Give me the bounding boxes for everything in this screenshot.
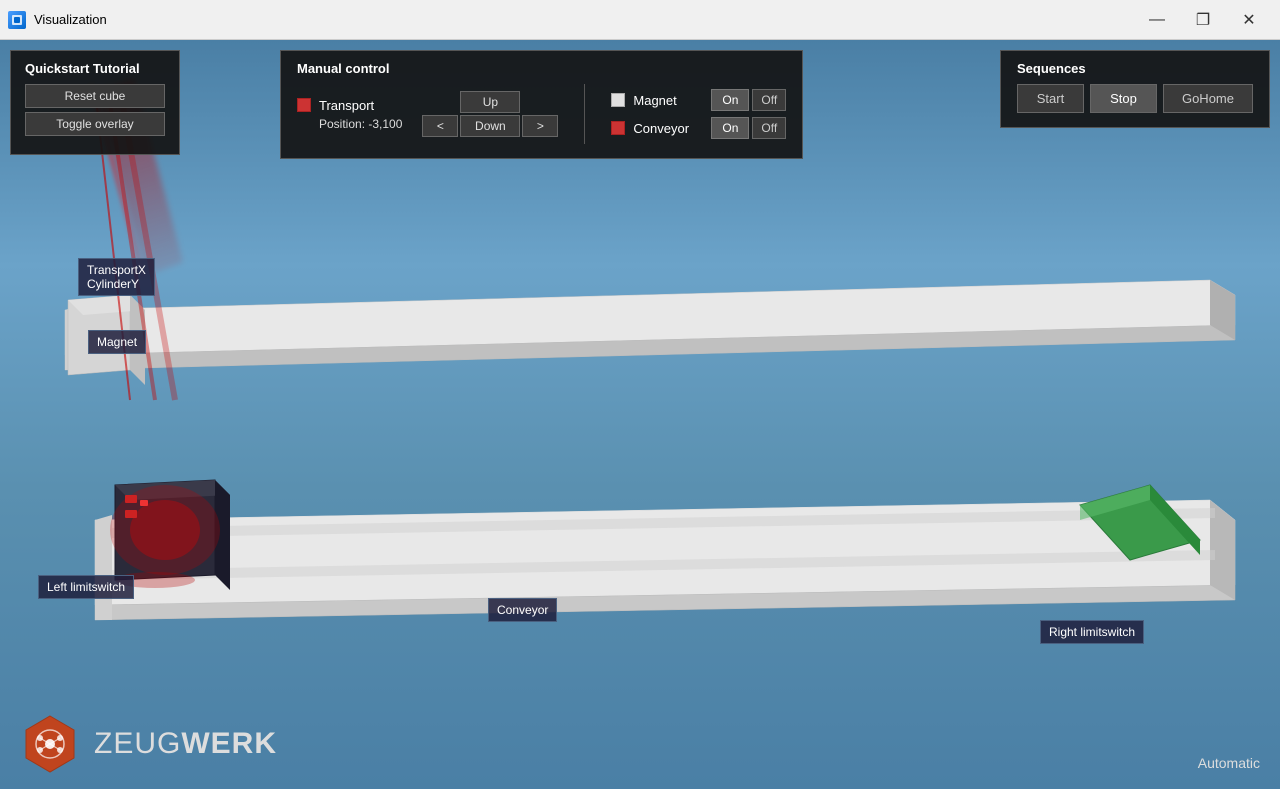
brand-bold: WERK xyxy=(181,727,277,760)
sequences-title: Sequences xyxy=(1017,61,1253,76)
window-controls: — ❐ ✕ xyxy=(1134,5,1272,35)
magnet-label-3d: Magnet xyxy=(88,330,146,354)
transport-section: Transport Position: -3,100 xyxy=(297,98,402,131)
magnet-label: Magnet xyxy=(633,93,703,108)
toggle-overlay-button[interactable]: Toggle overlay xyxy=(25,112,165,136)
close-button[interactable]: ✕ xyxy=(1226,5,1272,35)
conveyor-on-button[interactable]: On xyxy=(711,117,749,139)
magnet-row: Magnet On Off xyxy=(611,89,786,111)
quickstart-title: Quickstart Tutorial xyxy=(25,61,165,76)
left-button[interactable]: < xyxy=(422,115,458,137)
brand-logo xyxy=(20,714,80,774)
magnet-indicator xyxy=(611,93,625,107)
app-icon xyxy=(8,11,26,29)
magnet-off-button[interactable]: Off xyxy=(752,89,786,111)
start-button[interactable]: Start xyxy=(1017,84,1084,113)
maximize-button[interactable]: ❐ xyxy=(1180,5,1226,35)
transport-label-3d: TransportX CylinderY xyxy=(78,258,155,296)
mode-indicator: Automatic xyxy=(1198,755,1260,771)
conveyor-label-3d: Conveyor xyxy=(488,598,557,622)
sequences-panel: Sequences Start Stop GoHome xyxy=(1000,50,1270,128)
transport-label-row: Transport xyxy=(297,98,402,113)
minimize-button[interactable]: — xyxy=(1134,5,1180,35)
manual-grid: Transport Position: -3,100 Up < Down > xyxy=(297,84,786,144)
conveyor-indicator xyxy=(611,121,625,135)
conveyor-label: Conveyor xyxy=(633,121,703,136)
left-limitswitch-label: Left limitswitch xyxy=(38,575,134,599)
panels-layer: Quickstart Tutorial Reset cube Toggle ov… xyxy=(0,40,1280,789)
conveyor-off-button[interactable]: Off xyxy=(752,117,786,139)
vertical-divider xyxy=(584,84,585,144)
magnet-on-button[interactable]: On xyxy=(711,89,749,111)
conveyor-on-off: On Off xyxy=(711,117,786,139)
direction-controls: Up < Down > xyxy=(422,91,558,137)
conveyor-row: Conveyor On Off xyxy=(611,117,786,139)
quickstart-panel: Quickstart Tutorial Reset cube Toggle ov… xyxy=(10,50,180,155)
device-section: Magnet On Off Conveyor On Off xyxy=(611,89,786,139)
down-button[interactable]: Down xyxy=(460,115,520,137)
title-bar: Visualization — ❐ ✕ xyxy=(0,0,1280,40)
reset-cube-button[interactable]: Reset cube xyxy=(25,84,165,108)
dir-btn-row: < Down > xyxy=(422,115,558,137)
main-content: Quickstart Tutorial Reset cube Toggle ov… xyxy=(0,40,1280,789)
right-limitswitch-label: Right limitswitch xyxy=(1040,620,1144,644)
window-title: Visualization xyxy=(34,12,107,27)
up-button[interactable]: Up xyxy=(460,91,520,113)
right-button[interactable]: > xyxy=(522,115,558,137)
brand-name: ZEUGWERK xyxy=(94,727,277,761)
transport-indicator xyxy=(297,98,311,112)
magnet-on-off: On Off xyxy=(711,89,786,111)
position-text: Position: -3,100 xyxy=(319,117,402,131)
branding: ZEUGWERK xyxy=(20,714,277,774)
manual-panel: Manual control Transport Position: -3,10… xyxy=(280,50,803,159)
manual-title: Manual control xyxy=(297,61,786,76)
brand-light: ZEUG xyxy=(94,727,181,760)
gohome-button[interactable]: GoHome xyxy=(1163,84,1253,113)
title-bar-left: Visualization xyxy=(8,11,107,29)
sequence-buttons: Start Stop GoHome xyxy=(1017,84,1253,113)
stop-button[interactable]: Stop xyxy=(1090,84,1157,113)
transport-label: Transport xyxy=(319,98,374,113)
